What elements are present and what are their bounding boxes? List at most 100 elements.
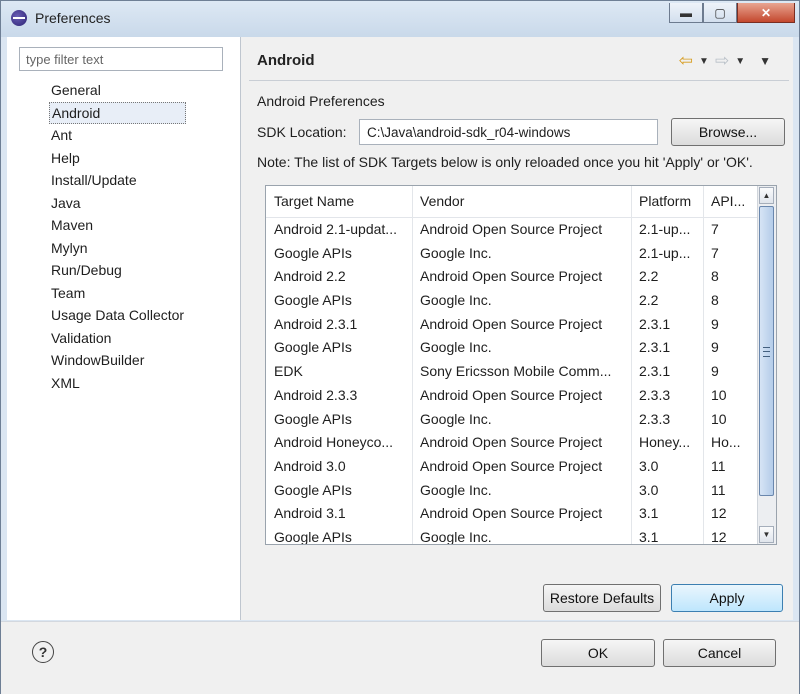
close-button[interactable]: ✕ (737, 3, 795, 23)
table-row[interactable]: Android 2.3.3 Android Open Source Project… (266, 384, 758, 408)
window-controls: ▬ ▢ ✕ (669, 3, 795, 23)
table-body: Android 2.1-updat... Android Open Source … (266, 218, 758, 545)
vertical-scrollbar[interactable]: ▲ ▼ (757, 186, 776, 544)
api-cell: 7 (711, 244, 719, 261)
vendor-cell: Google Inc. (420, 410, 492, 427)
sidebar-item-maven[interactable]: Maven (49, 214, 186, 237)
sidebar-item-ant[interactable]: Ant (49, 124, 186, 147)
vendor-cell: Google Inc. (420, 292, 492, 309)
page-title: Android (257, 52, 315, 69)
vendor-cell: Sony Ericsson Mobile Comm... (420, 363, 612, 380)
target-name-cell: EDK (274, 363, 303, 380)
dialog-footer: ? OK Cancel (1, 621, 799, 694)
scroll-up-icon[interactable]: ▲ (759, 187, 774, 204)
column-header-api[interactable]: API... (703, 186, 758, 217)
platform-cell: 2.3.1 (639, 363, 671, 380)
cancel-button[interactable]: Cancel (663, 639, 776, 667)
sdk-targets-table: Target Name Vendor Platform API... Andro… (265, 185, 777, 545)
view-menu-icon[interactable]: ▼ (759, 54, 771, 68)
eclipse-icon (11, 10, 27, 26)
vendor-cell: Android Open Source Project (420, 315, 603, 332)
forward-dropdown-icon[interactable]: ▼ (735, 56, 745, 67)
scrollbar-thumb[interactable] (759, 206, 774, 496)
sidebar-item-help[interactable]: Help (49, 147, 186, 170)
vendor-cell: Android Open Source Project (420, 386, 603, 403)
api-cell: 8 (711, 292, 719, 309)
sidebar: GeneralAndroidAntHelpInstall/UpdateJavaM… (7, 37, 241, 620)
target-name-cell: Google APIs (274, 244, 352, 261)
sidebar-item-run-debug[interactable]: Run/Debug (49, 259, 186, 282)
sidebar-item-android[interactable]: Android (49, 101, 187, 124)
table-row[interactable]: Google APIs Google Inc. 2.3.1 9 (266, 336, 758, 360)
vendor-cell: Google Inc. (420, 339, 492, 356)
table-row[interactable]: EDK Sony Ericsson Mobile Comm... 2.3.1 9 (266, 360, 758, 384)
page-navigation: ⇦ ▼ ⇨ ▼ ▼ (679, 51, 771, 71)
help-icon[interactable]: ? (32, 641, 54, 663)
platform-cell: 2.2 (639, 292, 659, 309)
sidebar-item-validation[interactable]: Validation (49, 327, 186, 350)
column-header-vendor[interactable]: Vendor (412, 186, 631, 217)
vendor-cell: Google Inc. (420, 244, 492, 261)
vendor-cell: Android Open Source Project (420, 505, 603, 522)
table-row[interactable]: Android 2.3.1 Android Open Source Project… (266, 313, 758, 337)
table-row[interactable]: Google APIs Google Inc. 2.3.3 10 (266, 408, 758, 432)
sidebar-item-usage-data-collector[interactable]: Usage Data Collector (49, 304, 186, 327)
api-cell: 9 (711, 363, 719, 380)
sidebar-item-mylyn[interactable]: Mylyn (49, 237, 186, 260)
table-row[interactable]: Android Honeyco... Android Open Source Pr… (266, 431, 758, 455)
window-title: Preferences (35, 10, 111, 26)
api-cell: 10 (711, 410, 727, 427)
sidebar-item-install-update[interactable]: Install/Update (49, 169, 186, 192)
target-name-cell: Android 2.3.1 (274, 315, 358, 332)
table-row[interactable]: Android 2.1-updat... Android Open Source … (266, 218, 758, 242)
sidebar-item-java[interactable]: Java (49, 192, 186, 215)
table-row[interactable]: Google APIs Google Inc. 2.1-up... 7 (266, 242, 758, 266)
scroll-down-icon[interactable]: ▼ (759, 526, 774, 543)
browse-button[interactable]: Browse... (671, 118, 785, 146)
platform-cell: 3.0 (639, 457, 659, 474)
minimize-button[interactable]: ▬ (669, 3, 703, 23)
column-header-target-name[interactable]: Target Name (266, 186, 412, 217)
sidebar-item-team[interactable]: Team (49, 282, 186, 305)
vendor-cell: Google Inc. (420, 481, 492, 498)
vendor-cell: Android Open Source Project (420, 434, 603, 451)
title-bar[interactable]: Preferences ▬ ▢ ✕ (1, 1, 799, 37)
target-name-cell: Google APIs (274, 481, 352, 498)
sdk-location-field[interactable] (359, 119, 658, 145)
sidebar-item-general[interactable]: General (49, 79, 186, 102)
ok-button[interactable]: OK (541, 639, 655, 667)
preference-tree: General Android Ant Help Install/Update Java M… (49, 79, 187, 395)
target-name-cell: Android Honeyco... (274, 434, 394, 451)
table-row[interactable]: Android 3.1 Android Open Source Project 3.… (266, 502, 758, 526)
table-row[interactable]: Android 3.0 Android Open Source Project 3.… (266, 455, 758, 479)
restore-defaults-button[interactable]: Restore Defaults (543, 584, 661, 612)
api-cell: 8 (711, 268, 719, 285)
table-row[interactable]: Google APIs Google Inc. 3.1 12 (266, 526, 758, 545)
platform-cell: 2.1-up... (639, 221, 691, 237)
table-row[interactable]: Google APIs Google Inc. 2.2 8 (266, 289, 758, 313)
sidebar-item-windowbuilder[interactable]: WindowBuilder (49, 349, 186, 372)
api-cell: Ho... (711, 434, 741, 451)
table-row[interactable]: Google APIs Google Inc. 3.0 11 (266, 479, 758, 503)
target-name-cell: Android 2.3.3 (274, 386, 358, 403)
platform-cell: 2.3.1 (639, 315, 671, 332)
forward-arrow-icon[interactable]: ⇨ (715, 51, 729, 71)
api-cell: 12 (711, 528, 727, 545)
sidebar-item-xml[interactable]: XML (49, 372, 186, 395)
column-header-platform[interactable]: Platform (631, 186, 703, 217)
vendor-cell: Android Open Source Project (420, 268, 603, 285)
api-cell: 11 (711, 457, 726, 474)
apply-button[interactable]: Apply (671, 584, 783, 612)
platform-cell: Honey... (639, 434, 691, 451)
table-row[interactable]: Android 2.2 Android Open Source Project 2.… (266, 265, 758, 289)
back-arrow-icon[interactable]: ⇦ (679, 51, 693, 71)
api-cell: 11 (711, 481, 726, 498)
filter-input[interactable] (19, 47, 223, 71)
target-name-cell: Android 2.1-updat... (274, 221, 397, 237)
api-cell: 12 (711, 505, 727, 522)
maximize-button[interactable]: ▢ (703, 3, 737, 23)
platform-cell: 3.1 (639, 505, 659, 522)
platform-cell: 2.2 (639, 268, 659, 285)
preferences-window: Preferences ▬ ▢ ✕ GeneralAndroidAntHelpI… (0, 0, 800, 694)
back-dropdown-icon[interactable]: ▼ (699, 56, 709, 67)
